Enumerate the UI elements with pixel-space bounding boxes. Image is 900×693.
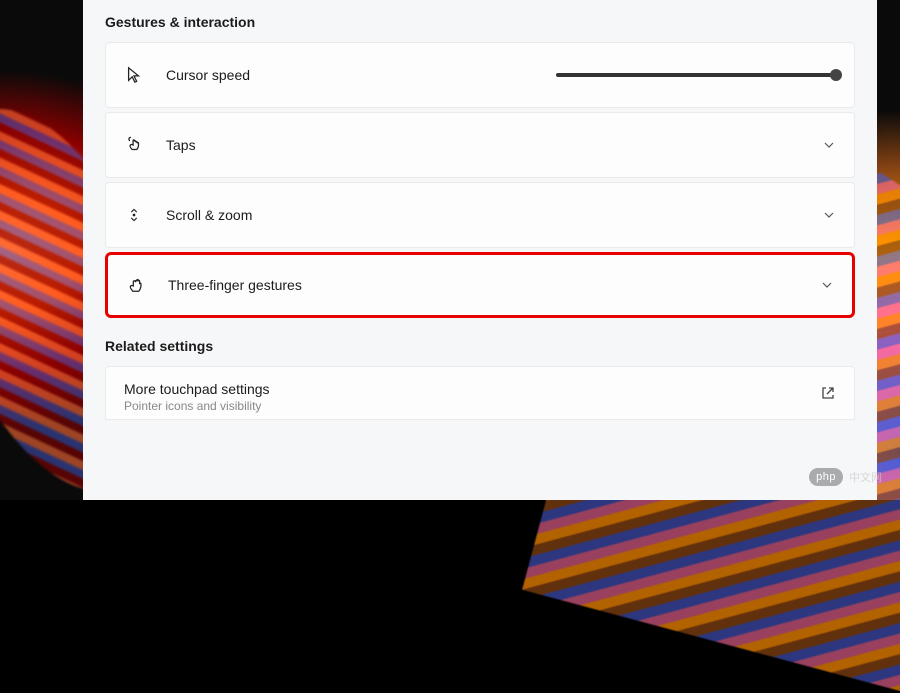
- related-section-header: Related settings: [105, 338, 855, 354]
- cursor-icon: [124, 65, 144, 85]
- watermark-text: 中文网: [849, 469, 882, 485]
- scroll-zoom-icon: [124, 205, 144, 225]
- scroll-zoom-label: Scroll & zoom: [166, 207, 822, 223]
- taps-row[interactable]: Taps: [105, 112, 855, 178]
- tap-icon: [124, 135, 144, 155]
- more-touchpad-title: More touchpad settings: [124, 381, 820, 397]
- scroll-zoom-row[interactable]: Scroll & zoom: [105, 182, 855, 248]
- taps-label: Taps: [166, 137, 822, 153]
- open-external-icon: [820, 385, 836, 401]
- watermark-badge: php: [809, 468, 843, 486]
- chevron-down-icon: [822, 208, 836, 222]
- gestures-section-header: Gestures & interaction: [105, 14, 855, 30]
- more-touchpad-text: More touchpad settings Pointer icons and…: [124, 381, 820, 413]
- more-touchpad-subtitle: Pointer icons and visibility: [124, 399, 820, 413]
- chevron-down-icon: [820, 278, 834, 292]
- chevron-down-icon: [822, 138, 836, 152]
- cursor-speed-row[interactable]: Cursor speed: [105, 42, 855, 108]
- slider-track: [556, 73, 836, 77]
- more-touchpad-settings-row[interactable]: More touchpad settings Pointer icons and…: [105, 366, 855, 420]
- hand-icon: [126, 275, 146, 295]
- three-finger-label: Three-finger gestures: [168, 277, 820, 293]
- watermark: php 中文网: [809, 468, 882, 486]
- related-settings-section: Related settings More touchpad settings …: [105, 338, 855, 420]
- cursor-speed-label: Cursor speed: [166, 67, 556, 83]
- slider-thumb[interactable]: [830, 69, 842, 81]
- three-finger-gestures-row[interactable]: Three-finger gestures: [105, 252, 855, 318]
- cursor-speed-slider[interactable]: [556, 73, 836, 77]
- settings-panel: Gestures & interaction Cursor speed Taps: [83, 0, 877, 500]
